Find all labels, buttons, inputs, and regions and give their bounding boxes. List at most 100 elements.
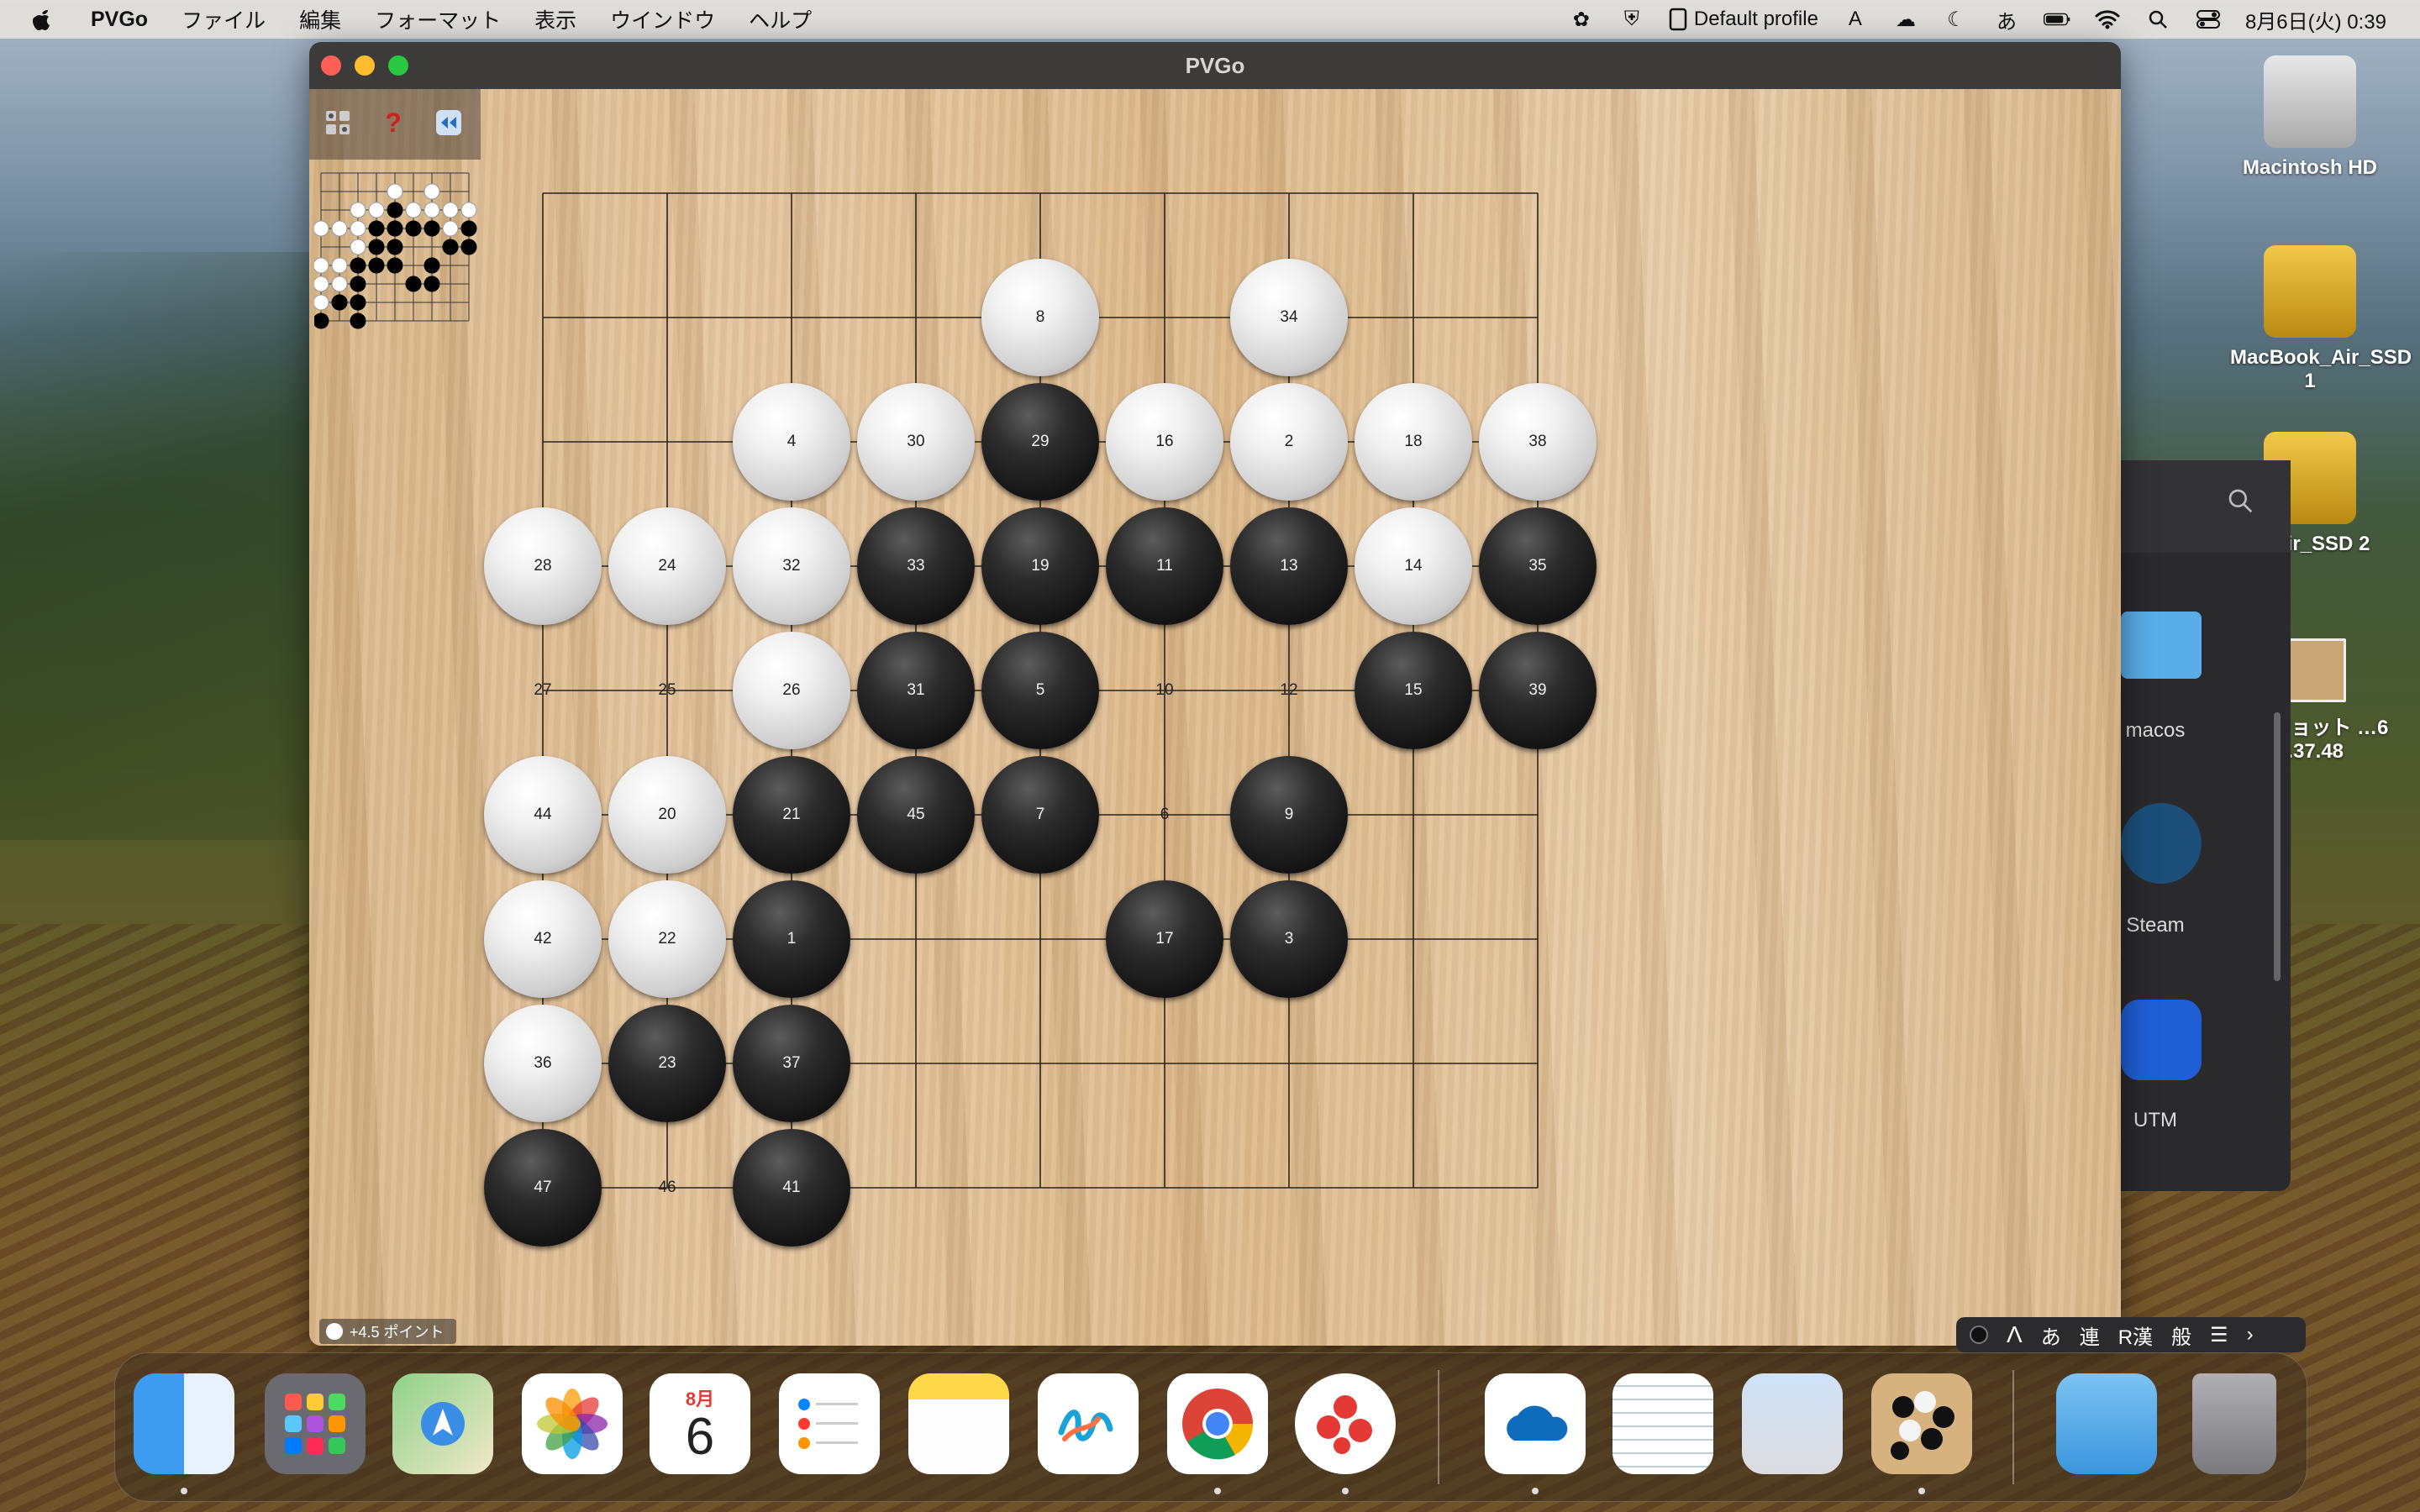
white-stone[interactable]: 18 — [1355, 383, 1472, 501]
white-stone[interactable]: 34 — [1230, 259, 1348, 376]
search-icon[interactable] — [2227, 487, 2254, 518]
game-settings-icon[interactable] — [321, 106, 355, 139]
black-stone[interactable]: 7 — [981, 756, 1099, 874]
menu-file[interactable]: ファイル — [182, 4, 266, 34]
ime-general[interactable]: 般 — [2171, 1320, 2191, 1350]
white-stone[interactable]: 4 — [733, 383, 850, 501]
white-stone[interactable]: 16 — [1106, 383, 1223, 501]
profile-document-icon[interactable]: Default profile — [1669, 8, 1818, 31]
black-stone[interactable]: 13 — [1230, 507, 1348, 625]
cloud-icon[interactable]: ☁ — [1892, 8, 1919, 31]
textedit-app-icon[interactable] — [1612, 1373, 1713, 1474]
black-stone[interactable]: 23 — [608, 1005, 726, 1122]
control-center-icon[interactable] — [2195, 8, 2222, 31]
ime-hiragana[interactable]: あ — [2041, 1320, 2061, 1350]
preview-app-icon[interactable] — [1742, 1373, 1843, 1474]
white-stone[interactable]: 36 — [484, 1005, 602, 1122]
reminders-app-icon[interactable] — [779, 1373, 880, 1474]
menu-view[interactable]: 表示 — [534, 4, 576, 34]
ime-rkanji[interactable]: R漢 — [2118, 1320, 2153, 1350]
trash-icon[interactable] — [2192, 1373, 2276, 1474]
black-stone[interactable]: 37 — [733, 1005, 850, 1122]
freeform-app-icon[interactable] — [1038, 1373, 1139, 1474]
desktop-icon-ssd-1[interactable]: MacBook_Air_SSD 1 — [2230, 245, 2412, 393]
onedrive-app-icon[interactable] — [1485, 1373, 1586, 1474]
black-stone[interactable]: 45 — [857, 756, 975, 874]
font-a-icon[interactable]: Λ — [2007, 1321, 2023, 1348]
black-stone[interactable]: 31 — [857, 632, 975, 749]
black-stone[interactable]: 29 — [981, 383, 1099, 501]
photos-app-icon[interactable] — [522, 1373, 623, 1474]
battery-icon[interactable] — [2043, 8, 2070, 31]
downloads-folder-icon[interactable] — [2056, 1373, 2157, 1474]
pvgo-app-icon[interactable] — [1871, 1373, 1972, 1474]
white-stone[interactable]: 2 — [1230, 383, 1348, 501]
menu-help[interactable]: ヘルプ — [749, 4, 812, 34]
black-stone[interactable]: 3 — [1230, 880, 1348, 998]
black-stone[interactable]: 15 — [1355, 632, 1472, 749]
finder-window-background[interactable]: macos Steam UTM — [2101, 460, 2291, 1191]
white-stone[interactable]: 24 — [608, 507, 726, 625]
rewind-icon[interactable] — [432, 106, 466, 139]
notes-app-icon[interactable] — [908, 1373, 1009, 1474]
launchpad-app-icon[interactable] — [265, 1373, 366, 1474]
maps-app-icon[interactable] — [392, 1373, 493, 1474]
black-stone[interactable]: 19 — [981, 507, 1099, 625]
apple-menu-icon[interactable] — [30, 7, 54, 32]
calendar-app-icon[interactable]: 8月 6 — [650, 1373, 750, 1474]
record-dot-icon[interactable] — [1970, 1326, 1988, 1344]
window-titlebar[interactable]: PVGo — [309, 42, 2121, 89]
chrome-app-icon[interactable] — [1167, 1373, 1268, 1474]
desktop-icon-macintosh-hd[interactable]: Macintosh HD — [2230, 55, 2390, 180]
minimize-button[interactable] — [355, 55, 375, 76]
moon-icon[interactable]: ☾ — [1943, 8, 1970, 31]
black-stone[interactable]: 5 — [981, 632, 1099, 749]
flower-status-icon[interactable]: ✿ — [1568, 8, 1595, 31]
menu-window[interactable]: ウインドウ — [610, 4, 715, 34]
white-stone[interactable]: 42 — [484, 880, 602, 998]
font-a-icon[interactable]: A — [1842, 8, 1869, 31]
white-stone[interactable]: 32 — [733, 507, 850, 625]
white-stone[interactable]: 38 — [1479, 383, 1597, 501]
white-stone[interactable]: 30 — [857, 383, 975, 501]
menu-app-name[interactable]: PVGo — [91, 8, 148, 32]
black-stone[interactable]: 21 — [733, 756, 850, 874]
list-icon[interactable]: ☰ — [2210, 1323, 2228, 1347]
black-stone[interactable]: 1 — [733, 880, 850, 998]
spotlight-search-icon[interactable] — [2144, 8, 2171, 31]
black-stone[interactable]: 9 — [1230, 756, 1348, 874]
white-stone[interactable]: 22 — [608, 880, 726, 998]
steam-app-icon[interactable] — [2121, 803, 2202, 884]
zoom-button[interactable] — [388, 55, 408, 76]
utm-app-icon[interactable] — [2121, 1000, 2202, 1080]
input-method-bar[interactable]: Λ あ 連 R漢 般 ☰ › — [1956, 1317, 2306, 1352]
input-method-icon[interactable]: あ — [1993, 8, 2020, 34]
menu-format[interactable]: フォーマット — [375, 4, 501, 34]
black-stone[interactable]: 17 — [1106, 880, 1223, 998]
white-stone[interactable]: 8 — [981, 259, 1099, 376]
chevron-right-icon[interactable]: › — [2247, 1323, 2254, 1347]
help-question-icon[interactable]: ? — [376, 106, 410, 139]
close-button[interactable] — [321, 55, 341, 76]
shield-status-icon[interactable]: ⛨ — [1618, 8, 1645, 31]
scrollbar[interactable] — [2274, 712, 2281, 981]
menu-edit[interactable]: 編集 — [299, 4, 341, 34]
go-board[interactable]: 27 25 10 12 6 46 1 2 3 4 5 7 8 9 11 13 14 15 16 17 18 19 20 21 2… — [309, 89, 2121, 1346]
white-stone[interactable]: 26 — [733, 632, 850, 749]
black-stone[interactable]: 11 — [1106, 507, 1223, 625]
black-stone[interactable]: 39 — [1479, 632, 1597, 749]
black-stone[interactable]: 33 — [857, 507, 975, 625]
office-app-icon[interactable] — [1295, 1373, 1396, 1474]
white-stone[interactable]: 20 — [608, 756, 726, 874]
menubar-clock[interactable]: 8月6日(火) 0:39 — [2245, 5, 2386, 34]
black-stone[interactable]: 35 — [1479, 507, 1597, 625]
wifi-icon[interactable] — [2094, 8, 2121, 31]
black-stone[interactable]: 41 — [733, 1129, 850, 1247]
black-stone[interactable]: 47 — [484, 1129, 602, 1247]
white-stone[interactable]: 28 — [484, 507, 602, 625]
finder-app-icon[interactable] — [134, 1373, 234, 1474]
ime-ren[interactable]: 連 — [2080, 1320, 2100, 1350]
white-stone[interactable]: 44 — [484, 756, 602, 874]
white-stone[interactable]: 14 — [1355, 507, 1472, 625]
folder-icon[interactable] — [2121, 612, 2202, 679]
